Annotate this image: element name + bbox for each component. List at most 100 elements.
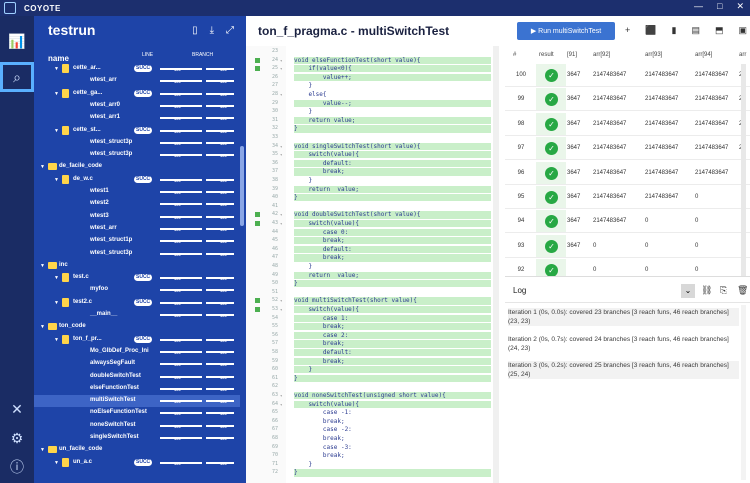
code-line[interactable]: 32} bbox=[246, 125, 505, 133]
code-line[interactable]: 39 return value; bbox=[246, 185, 505, 193]
code-line[interactable]: 23 bbox=[246, 48, 505, 55]
tree-function[interactable]: doubleSwitchTest 100 100 bbox=[34, 371, 240, 383]
code-line[interactable]: 30 } bbox=[246, 108, 505, 115]
code-line[interactable]: 31 return value; bbox=[246, 116, 505, 125]
code-line[interactable]: 49 return value; bbox=[246, 271, 505, 279]
info-icon[interactable]: ⓘ bbox=[0, 452, 34, 482]
code-line[interactable]: 38 } bbox=[246, 177, 505, 184]
tree-function[interactable]: noElseFunctionTest 100 100 bbox=[34, 407, 240, 419]
fold-icon[interactable]: ▾ bbox=[280, 91, 282, 98]
code-line[interactable]: 37 break; bbox=[246, 168, 505, 176]
tree-function[interactable]: wtest3 100 100 bbox=[34, 211, 240, 223]
tree-file[interactable]: ▼ cette_st... SUCC 100 100 bbox=[34, 125, 240, 137]
col-91-header[interactable]: [91] bbox=[567, 46, 577, 64]
chevron-down-icon[interactable]: ⌄ bbox=[681, 284, 695, 298]
code-line[interactable]: 72} bbox=[246, 469, 505, 477]
chevron-down-icon[interactable]: ▼ bbox=[54, 66, 59, 72]
code-line[interactable]: 61} bbox=[246, 374, 505, 383]
col-92-header[interactable]: arr[92] bbox=[593, 46, 610, 64]
fold-icon[interactable]: ▾ bbox=[280, 151, 282, 158]
tree-function[interactable]: myfoo 100 100 bbox=[34, 284, 240, 296]
save-icon[interactable]: ▮ bbox=[671, 25, 676, 36]
close-window-icon[interactable]: ✕ bbox=[736, 1, 744, 12]
export-icon[interactable]: ⬒ bbox=[715, 25, 724, 36]
code-line[interactable]: 50} bbox=[246, 280, 505, 288]
code-line[interactable]: 44 case 0: bbox=[246, 228, 505, 236]
fold-icon[interactable]: ▾ bbox=[280, 297, 282, 304]
table-row[interactable]: 94 ✓ 3647 2147483647 0 0 bbox=[505, 210, 750, 234]
fold-icon[interactable]: ▾ bbox=[280, 143, 282, 150]
code-line[interactable]: 28 ▾ else{ bbox=[246, 91, 505, 98]
col-93-header[interactable]: arr[93] bbox=[645, 46, 662, 64]
code-line[interactable]: 63 ▾ void noneSwitchTest(unsigned short va… bbox=[246, 392, 505, 400]
chevron-down-icon[interactable]: ▼ bbox=[54, 300, 59, 306]
chevron-down-icon[interactable]: ▼ bbox=[54, 275, 59, 281]
tree-file[interactable]: ▼ de_w.c SUCC 100 100 bbox=[34, 174, 240, 186]
fold-icon[interactable]: ▾ bbox=[280, 57, 282, 64]
chevron-down-icon[interactable]: ▼ bbox=[54, 460, 59, 466]
code-line[interactable]: 43 ▾ switch(value){ bbox=[246, 220, 505, 228]
tree-function[interactable]: wtest_arr0 100 100 bbox=[34, 100, 240, 112]
table-row[interactable]: 92 ✓ 0 0 0 bbox=[505, 259, 750, 276]
trash-icon[interactable]: 🗑 bbox=[737, 285, 748, 296]
code-line[interactable]: 52 ▾ void multiSwitchTest(short value){ bbox=[246, 297, 505, 305]
fold-icon[interactable]: ▾ bbox=[280, 211, 282, 218]
chevron-down-icon[interactable]: ▼ bbox=[40, 447, 45, 453]
code-line[interactable]: 29 value--; bbox=[246, 99, 505, 107]
tree-function[interactable]: wtest_struct3p 100 100 bbox=[34, 248, 240, 260]
tree-file[interactable]: ▼ test.c SUCC 100 100 bbox=[34, 272, 240, 284]
code-line[interactable]: 36 default: bbox=[246, 159, 505, 168]
tree-file[interactable]: ▼ cette_ar... SUCC 100 100 bbox=[34, 63, 240, 75]
tree-function[interactable]: noneSwitchTest 100 100 bbox=[34, 420, 240, 432]
chevron-down-icon[interactable]: ▼ bbox=[54, 91, 59, 97]
code-line[interactable]: 66 break; bbox=[246, 418, 505, 425]
table-row[interactable]: 95 ✓ 3647 2147483647 2147483647 0 bbox=[505, 186, 750, 209]
code-line[interactable]: 68 break; bbox=[246, 435, 505, 442]
code-line[interactable]: 26 value++; bbox=[246, 73, 505, 82]
code-line[interactable]: 62 bbox=[246, 383, 505, 390]
tree-function[interactable]: elseFunctionTest 100 100 bbox=[34, 383, 240, 395]
tree-function[interactable]: __main__ 100 100 bbox=[34, 309, 240, 321]
table-row[interactable]: 100✓364721474836472147483647214748364721 bbox=[505, 64, 750, 87]
add-icon[interactable]: + bbox=[625, 25, 630, 36]
code-line[interactable]: 55 break; bbox=[246, 323, 505, 331]
tree-function[interactable]: Mo_GlbDef_Proc_Ini 100 100 bbox=[34, 346, 240, 358]
tree-function[interactable]: wtest2 100 100 bbox=[34, 198, 240, 210]
search-icon[interactable]: ⌕ bbox=[0, 62, 34, 92]
code-line[interactable]: 59 break; bbox=[246, 357, 505, 365]
tree-folder[interactable]: ▼ ton_code bbox=[34, 321, 240, 333]
code-line[interactable]: 53 ▾ switch(value){ bbox=[246, 306, 505, 314]
tree-file[interactable]: ▼ test2.c SUCC 100 100 bbox=[34, 297, 240, 309]
maximize-icon[interactable]: □ bbox=[717, 1, 722, 12]
tree-function[interactable]: wtest_struct3p 100 100 bbox=[34, 137, 240, 149]
code-line[interactable]: 67 case -2: bbox=[246, 426, 505, 433]
tree-function[interactable]: alwaysSegFault 100 100 bbox=[34, 358, 240, 370]
table-scrollbar[interactable] bbox=[741, 64, 746, 276]
table-row[interactable]: 99✓364721474836472147483647214748364721 bbox=[505, 88, 750, 112]
code-line[interactable]: 48 } bbox=[246, 263, 505, 270]
code-line[interactable]: 40} bbox=[246, 194, 505, 202]
tree-function[interactable]: multiSwitchTest 100 100 bbox=[34, 395, 240, 408]
code-line[interactable]: 27 } bbox=[246, 82, 505, 89]
table-row[interactable]: 98✓364721474836472147483647214748364721 bbox=[505, 112, 750, 136]
code-editor[interactable]: 23 24 ▾ void elseFunctionTest(short value){… bbox=[246, 46, 505, 483]
tree-file[interactable]: ▼ cette_ga... SUCC 100 100 bbox=[34, 88, 240, 100]
code-line[interactable]: 33 bbox=[246, 134, 505, 141]
tree-file[interactable]: ▼ un_a.c SUCC 100 100 bbox=[34, 457, 240, 469]
tree-function[interactable]: wtest_struct3p 100 100 bbox=[34, 149, 240, 161]
col-95-header[interactable]: arr bbox=[739, 46, 746, 64]
tree-function[interactable]: wtest_arr 100 100 bbox=[34, 75, 240, 87]
code-line[interactable]: 41 bbox=[246, 203, 505, 210]
download-icon[interactable]: ⤓ bbox=[210, 25, 214, 36]
tree-folder[interactable]: ▼ inc bbox=[34, 260, 240, 272]
list-icon[interactable]: ▤ bbox=[691, 25, 700, 36]
tree-function[interactable]: wtest_arr 100 100 bbox=[34, 223, 240, 235]
col-94-header[interactable]: arr[94] bbox=[695, 46, 712, 64]
code-line[interactable]: 42 ▾ void doubleSwitchTest(short value){ bbox=[246, 211, 505, 219]
code-line[interactable]: 54 case 1: bbox=[246, 314, 505, 322]
tree-file[interactable]: ▼ ton_f_pr... SUCC 100 100 bbox=[34, 334, 240, 346]
code-line[interactable]: 47 break; bbox=[246, 254, 505, 262]
code-line[interactable]: 51 bbox=[246, 289, 505, 296]
fold-icon[interactable]: ▾ bbox=[280, 65, 282, 72]
chevron-down-icon[interactable]: ▼ bbox=[54, 337, 59, 343]
